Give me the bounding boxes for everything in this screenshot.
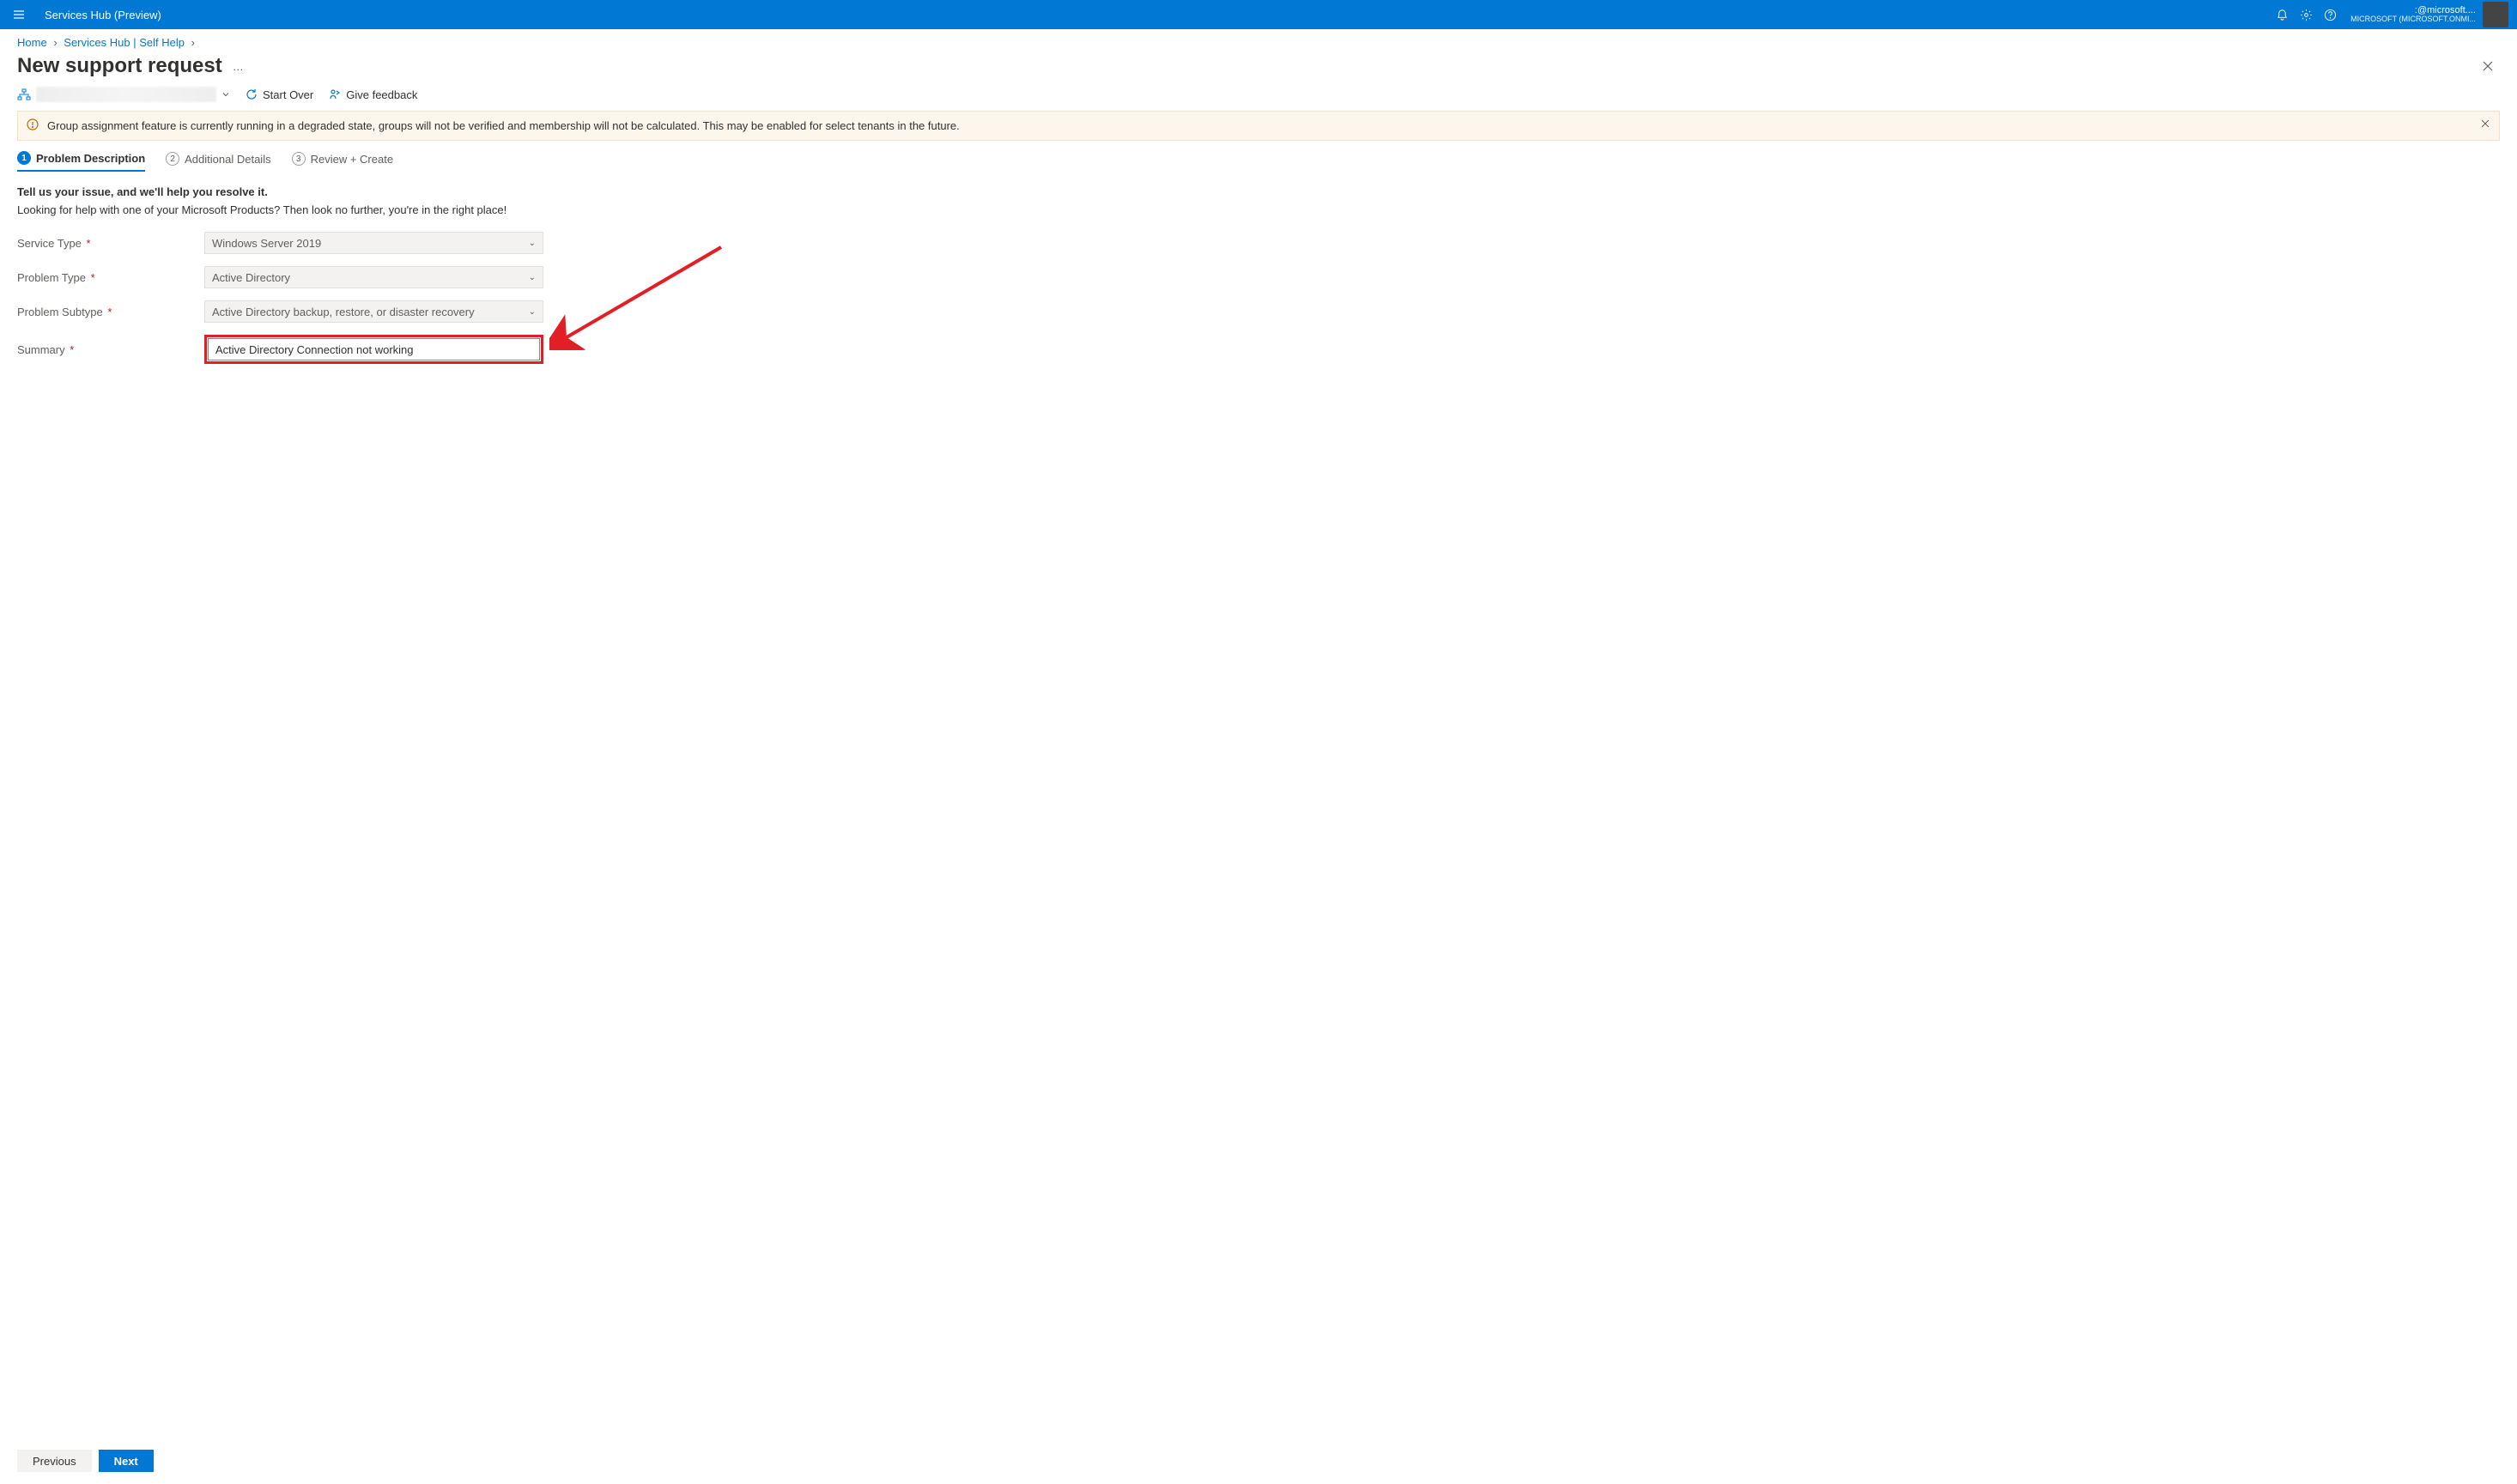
page-title: New support request [17,54,222,78]
row-problem-subtype: Problem Subtype * Active Directory backu… [17,300,2500,323]
user-account[interactable]: :@microsoft.... MICROSOFT (MICROSOFT.ONM… [2342,2,2508,27]
chevron-down-icon: ⌄ [529,307,536,317]
annotation-arrow [549,239,738,350]
app-title: Services Hub (Preview) [45,9,161,21]
required-star: * [87,237,91,250]
user-tenant: MICROSOFT (MICROSOFT.ONMI... [2350,15,2476,24]
start-over-button[interactable]: Start Over [246,88,313,101]
give-feedback-label: Give feedback [346,88,417,101]
required-star: * [70,343,74,356]
feedback-icon [329,88,341,100]
close-button[interactable] [2476,54,2500,78]
more-actions-button[interactable]: … [233,60,244,73]
next-button[interactable]: Next [99,1450,154,1472]
command-bar: Start Over Give feedback [0,87,2517,111]
wizard-tabs: 1 Problem Description 2 Additional Detai… [0,148,2517,172]
required-star: * [107,306,112,318]
problem-type-dropdown[interactable]: Active Directory ⌄ [204,266,543,288]
tab-problem-description[interactable]: 1 Problem Description [17,151,145,172]
tab-label: Review + Create [311,153,393,166]
warning-text: Group assignment feature is currently ru… [47,119,960,132]
row-problem-type: Problem Type * Active Directory ⌄ [17,266,2500,288]
summary-input[interactable] [208,338,540,360]
label-problem-subtype: Problem Subtype [17,306,103,318]
menu-icon[interactable] [9,8,29,21]
hierarchy-value-redacted [36,87,216,102]
start-over-label: Start Over [263,88,313,101]
wizard-footer: Previous Next [0,1441,2517,1484]
required-star: * [91,271,95,284]
tab-review-create[interactable]: 3 Review + Create [292,151,393,172]
form-content: Tell us your issue, and we'll help you r… [0,172,2517,1441]
chevron-right-icon: › [53,36,57,49]
chevron-down-icon: ⌄ [529,239,536,248]
row-service-type: Service Type * Windows Server 2019 ⌄ [17,232,2500,254]
avatar [2483,2,2508,27]
give-feedback-button[interactable]: Give feedback [329,88,417,101]
warning-icon [27,118,39,133]
previous-button[interactable]: Previous [17,1450,92,1472]
service-type-dropdown[interactable]: Windows Server 2019 ⌄ [204,232,543,254]
intro-heading: Tell us your issue, and we'll help you r… [17,185,2500,198]
label-summary: Summary [17,343,65,356]
tab-label: Additional Details [185,153,270,166]
tab-step-number: 1 [17,151,31,165]
chevron-down-icon: ⌄ [529,273,536,282]
problem-subtype-dropdown[interactable]: Active Directory backup, restore, or dis… [204,300,543,323]
crumb-services-hub[interactable]: Services Hub | Self Help [64,36,185,49]
problem-type-value: Active Directory [212,271,290,284]
tab-step-number: 2 [166,152,179,166]
chevron-down-icon [221,90,230,99]
help-icon[interactable] [2318,9,2342,21]
crumb-home[interactable]: Home [17,36,47,49]
row-summary: Summary * [17,335,2500,364]
warning-close-button[interactable] [2480,118,2490,131]
annotation-highlight-box [204,335,543,364]
label-problem-type: Problem Type [17,271,86,284]
breadcrumb: Home › Services Hub | Self Help › [0,29,2517,51]
page-title-row: New support request … [0,51,2517,87]
hierarchy-dropdown[interactable] [17,87,230,102]
intro-subtext: Looking for help with one of your Micros… [17,203,2500,216]
settings-icon[interactable] [2294,9,2318,21]
problem-subtype-value: Active Directory backup, restore, or dis… [212,306,475,318]
notifications-icon[interactable] [2270,9,2294,21]
global-header: Services Hub (Preview) :@microsoft.... M… [0,0,2517,29]
refresh-icon [246,88,258,100]
tab-label: Problem Description [36,152,145,165]
tab-step-number: 3 [292,152,306,166]
tab-additional-details[interactable]: 2 Additional Details [166,151,270,172]
warning-banner: Group assignment feature is currently ru… [17,111,2500,141]
label-service-type: Service Type [17,237,82,250]
chevron-right-icon: › [191,36,195,49]
service-type-value: Windows Server 2019 [212,237,321,250]
